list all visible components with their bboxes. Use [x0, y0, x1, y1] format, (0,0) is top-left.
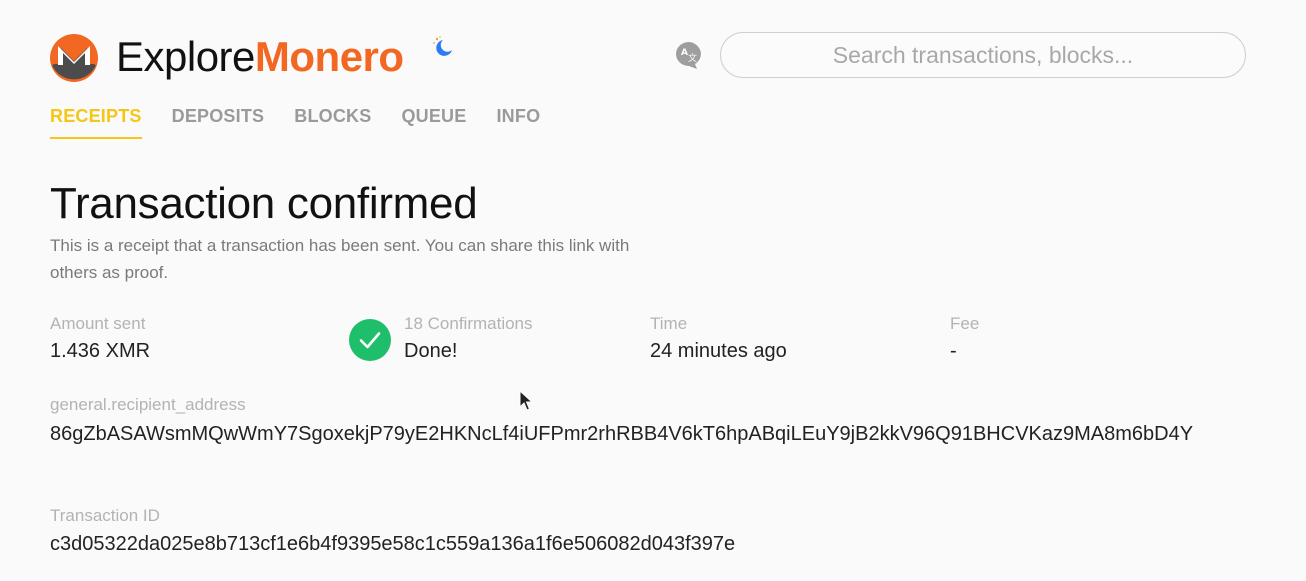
tab-queue[interactable]: QUEUE	[401, 106, 466, 139]
svg-text:文: 文	[688, 52, 697, 64]
confirmations-label: 18 Confirmations	[404, 314, 533, 333]
recipient-address-value: 86gZbASAWsmMQwWmY7SgoxekjP79yE2HKNcLf4iU…	[50, 423, 1194, 445]
tab-blocks[interactable]: BLOCKS	[294, 106, 371, 139]
time-label: Time	[650, 314, 688, 333]
tab-info[interactable]: INFO	[496, 106, 540, 139]
confirmations-value: Done!	[404, 340, 458, 362]
brand-title[interactable]: ExploreMonero	[116, 32, 404, 82]
mouse-cursor-icon	[519, 390, 533, 411]
recipient-address-label: general.recipient_address	[50, 395, 246, 414]
fee-label: Fee	[950, 314, 980, 333]
fee-value: -	[950, 340, 957, 362]
transaction-id-value: c3d05322da025e8b713cf1e6b4f9395e58c1c559…	[50, 533, 736, 555]
moon-icon[interactable]	[430, 34, 456, 60]
time-value: 24 minutes ago	[650, 340, 787, 362]
nav-tabs: RECEIPTS DEPOSITS BLOCKS QUEUE INFO	[50, 106, 570, 139]
search-input[interactable]	[720, 32, 1246, 78]
brand-monero-text: Monero	[254, 33, 404, 80]
page-title: Transaction confirmed	[50, 179, 478, 228]
svg-text:A: A	[681, 48, 688, 58]
brand-explore-text: Explore	[116, 33, 255, 80]
tab-deposits[interactable]: DEPOSITS	[172, 106, 265, 139]
transaction-id-label: Transaction ID	[50, 506, 160, 525]
amount-value: 1.436 XMR	[50, 340, 151, 362]
monero-logo-icon[interactable]	[50, 34, 98, 82]
check-icon	[349, 319, 391, 361]
translate-icon[interactable]: A 文	[674, 40, 704, 70]
header: ExploreMonero A 文	[50, 30, 1256, 86]
page-description: This is a receipt that a transaction has…	[50, 236, 630, 282]
tab-receipts[interactable]: RECEIPTS	[50, 106, 142, 139]
amount-label: Amount sent	[50, 314, 146, 333]
